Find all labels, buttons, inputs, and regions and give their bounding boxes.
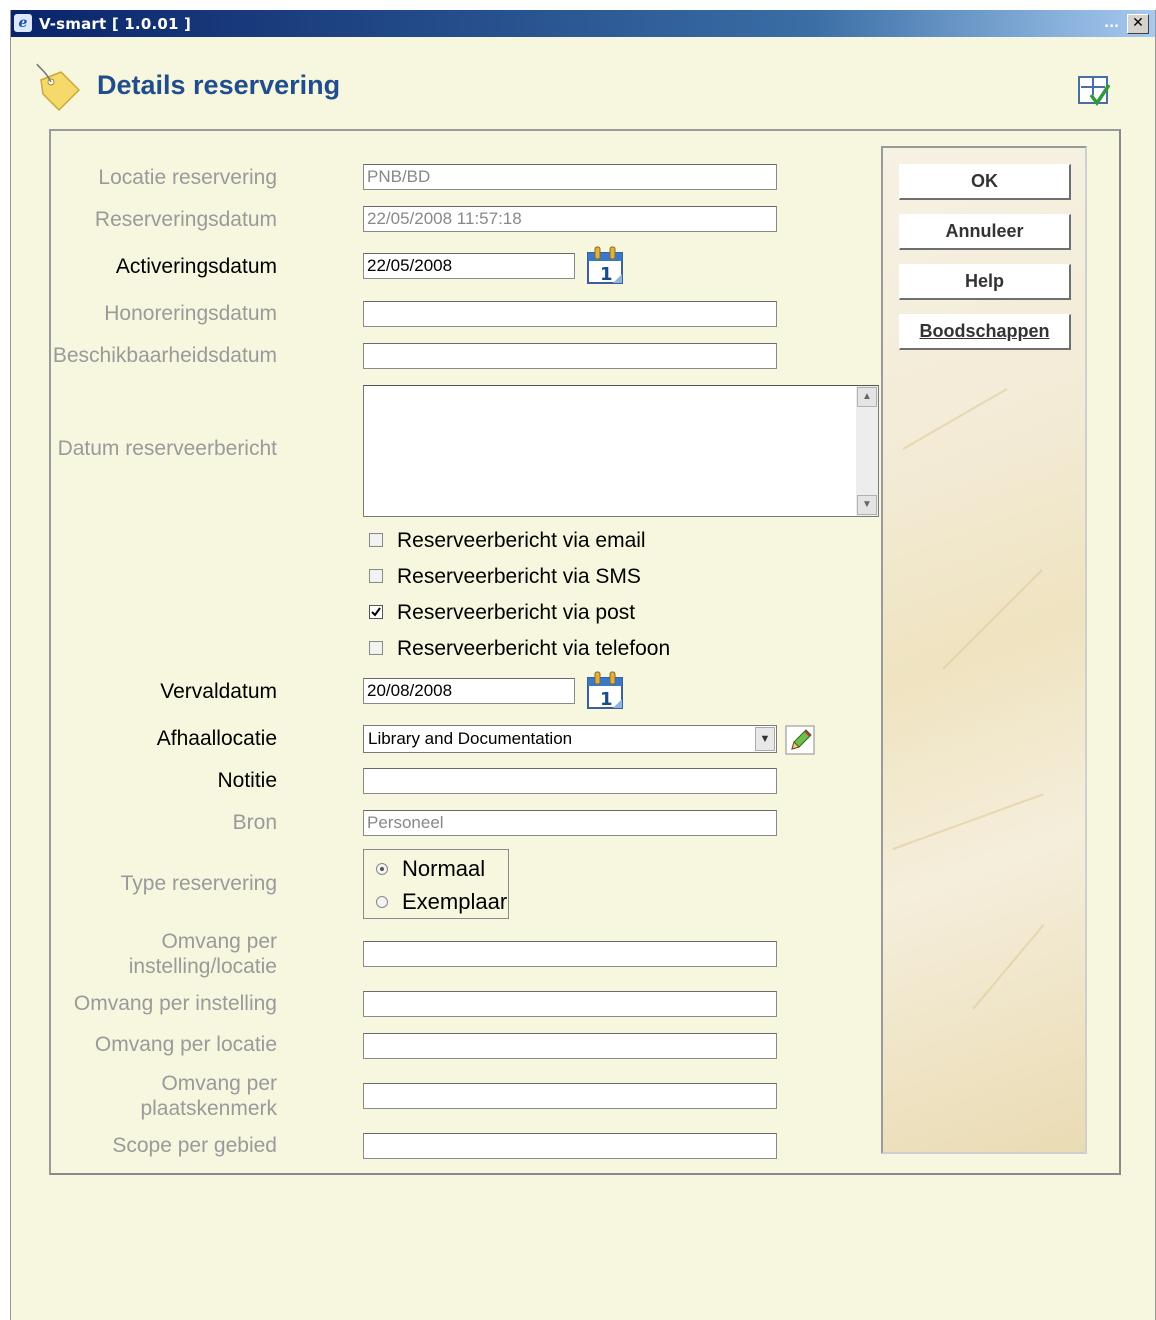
marble-vein [902,388,1008,450]
details-panel: Locatie reservering PNB/BD Reserveringsd… [49,129,1121,1175]
checkbox-sms-label: Reserveerbericht via SMS [397,565,641,588]
checkbox-telefoon-box[interactable] [369,641,383,655]
boodschappen-button[interactable]: Boodschappen [899,314,1071,350]
activeringsdatum-field[interactable]: 22/05/2008 [363,253,575,279]
omvang-instelling-locatie-field [363,941,777,967]
window-title: V-smart [ 1.0.01 ] [39,15,192,33]
reserveringsdatum-label: Reserveringsdatum [94,208,277,231]
type-reservering-group: Normaal Exemplaar [363,849,509,919]
omvang-plaatskenmerk-label-line1: Omvang per [161,1072,277,1095]
reserveringsdatum-field: 22/05/2008 11:57:18 [363,206,777,232]
scrollbar[interactable]: ▲ ▼ [856,386,878,516]
activeringsdatum-label: Activeringsdatum [115,255,277,278]
checkbox-email-label: Reserveerbericht via email [397,529,646,552]
checkbox-email-box[interactable] [369,533,383,547]
honoreringsdatum-label: Honoreringsdatum [104,302,277,325]
page-title: Details reservering [97,70,341,100]
button-panel: OK Annuleer Help Boodschappen [881,146,1087,1154]
afhaallocatie-label: Afhaallocatie [156,727,277,750]
marble-vein [892,793,1044,850]
calendar-icon[interactable]: 1 [585,245,625,285]
title-dots: ... [1104,16,1119,31]
omvang-instelling-locatie-label-line2: instelling/locatie [128,955,277,978]
marble-vein [972,924,1045,1010]
omvang-locatie-label: Omvang per locatie [94,1033,277,1056]
browser-icon: e [14,14,32,32]
checkbox-sms-box[interactable] [369,569,383,583]
svg-text:1: 1 [600,689,613,710]
dropdown-arrow-icon[interactable]: ▼ [755,727,775,751]
calendar-icon[interactable]: 1 [585,670,625,710]
datum-reserveerbericht-label: Datum reserveerbericht [57,437,277,460]
omvang-instelling-locatie-label-line1: Omvang per [161,930,277,953]
scroll-up-icon[interactable]: ▲ [857,387,877,407]
afhaallocatie-value: Library and Documentation [368,729,573,748]
notitie-field[interactable] [363,768,777,794]
vervaldatum-field[interactable]: 20/08/2008 [363,678,575,704]
scope-gebied-field [363,1133,777,1159]
checkbox-post-box[interactable] [369,605,383,619]
omvang-locatie-field [363,1033,777,1059]
layout-check-icon[interactable] [1077,73,1111,107]
marble-vein [942,569,1043,670]
datum-reserveerbericht-textarea: ▲ ▼ [363,385,879,517]
afhaallocatie-select[interactable]: Library and Documentation ▼ [363,725,777,753]
omvang-plaatskenmerk-label-line2: plaatskenmerk [140,1097,277,1120]
scroll-down-icon[interactable]: ▼ [857,495,877,515]
pencil-edit-icon[interactable] [785,725,815,755]
svg-text:1: 1 [600,264,613,285]
notitie-label: Notitie [217,769,277,792]
radio-exemplaar-label: Exemplaar [402,889,508,914]
vervaldatum-label: Vervaldatum [160,680,277,703]
annuleer-button[interactable]: Annuleer [899,214,1071,250]
help-button[interactable]: Help [899,264,1071,300]
checkmark-icon [371,607,381,617]
honoreringsdatum-field [363,301,777,327]
checkbox-post-label: Reserveerbericht via post [397,601,636,624]
omvang-plaatskenmerk-field [363,1083,777,1109]
type-reservering-label: Type reservering [120,872,277,895]
radio-normaal-label: Normaal [402,856,486,881]
omvang-instelling-field [363,991,777,1017]
scope-gebied-label: Scope per gebied [112,1134,277,1157]
locatie-field: PNB/BD [363,164,777,190]
omvang-instelling-label: Omvang per instelling [73,992,277,1015]
title-bar: e V-smart [ 1.0.01 ] ... ✕ [11,10,1155,37]
app-window: e V-smart [ 1.0.01 ] ... ✕ Details reser… [10,10,1156,1320]
close-button[interactable]: ✕ [1127,14,1149,34]
radio-normaal-dot[interactable] [376,863,388,875]
beschikbaarheidsdatum-label: Beschikbaarheidsdatum [52,344,277,367]
omvang-plaatskenmerk-label: Omvang per plaatskenmerk [140,1071,277,1121]
ok-button[interactable]: OK [899,164,1071,200]
beschikbaarheidsdatum-field [363,343,777,369]
tag-icon [36,63,81,112]
checkbox-telefoon-label: Reserveerbericht via telefoon [397,637,671,660]
bron-field: Personeel [363,810,777,836]
locatie-label: Locatie reservering [98,166,277,189]
radio-exemplaar-dot[interactable] [376,896,388,908]
bron-label: Bron [232,811,277,834]
omvang-instelling-locatie-label: Omvang per instelling/locatie [129,929,277,979]
